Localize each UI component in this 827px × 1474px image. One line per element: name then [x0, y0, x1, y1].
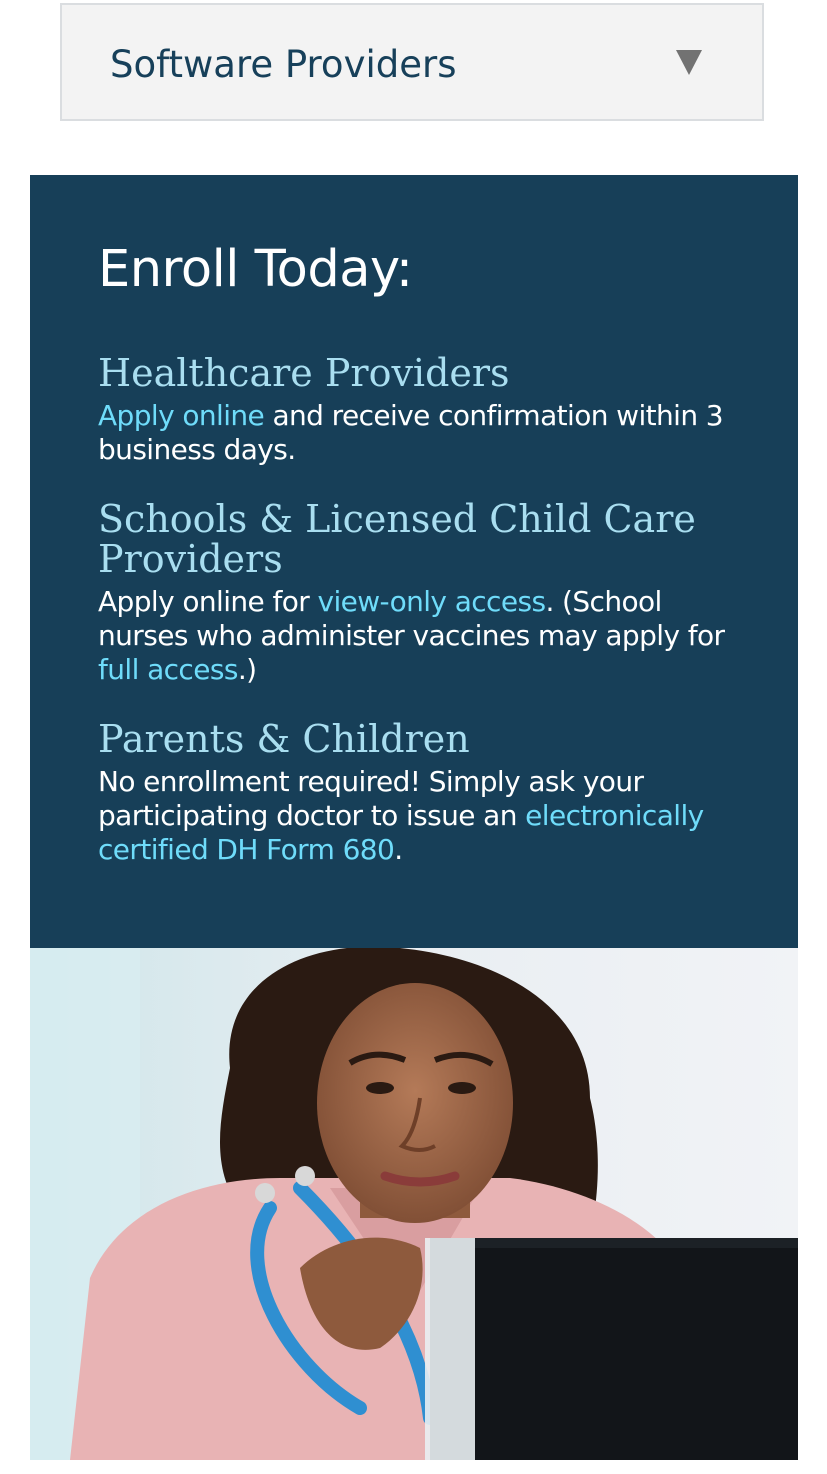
software-providers-accordion[interactable]: Software Providers	[60, 3, 764, 121]
parents-text-after: .	[394, 833, 403, 866]
healthcare-text: Apply online and receive confirmation wi…	[98, 399, 730, 467]
parents-text: No enrollment required! Simply ask your …	[98, 765, 730, 867]
schools-text-before: Apply online for	[98, 585, 318, 618]
healthcare-section: Healthcare Providers Apply online and re…	[98, 353, 730, 467]
enroll-panel: Enroll Today: Healthcare Providers Apply…	[30, 175, 798, 948]
parents-heading: Parents & Children	[98, 717, 470, 761]
enroll-title: Enroll Today:	[98, 240, 413, 299]
view-only-access-link[interactable]: view-only access	[317, 585, 546, 618]
apply-online-link[interactable]: Apply online	[98, 399, 265, 432]
parents-section: Parents & Children No enrollment require…	[98, 719, 730, 867]
healthcare-heading: Healthcare Providers	[98, 351, 510, 395]
schools-text-after: .)	[237, 653, 257, 686]
triangle-down-icon	[676, 50, 702, 75]
full-access-link[interactable]: full access	[98, 653, 238, 686]
nurse-photo	[30, 948, 798, 1460]
schools-text: Apply online for view-only access. (Scho…	[98, 585, 730, 687]
accordion-label: Software Providers	[110, 43, 457, 86]
schools-section: Schools & Licensed Child Care Providers …	[98, 499, 730, 687]
schools-heading: Schools & Licensed Child Care Providers	[98, 497, 696, 581]
nurse-illustration	[30, 948, 798, 1460]
